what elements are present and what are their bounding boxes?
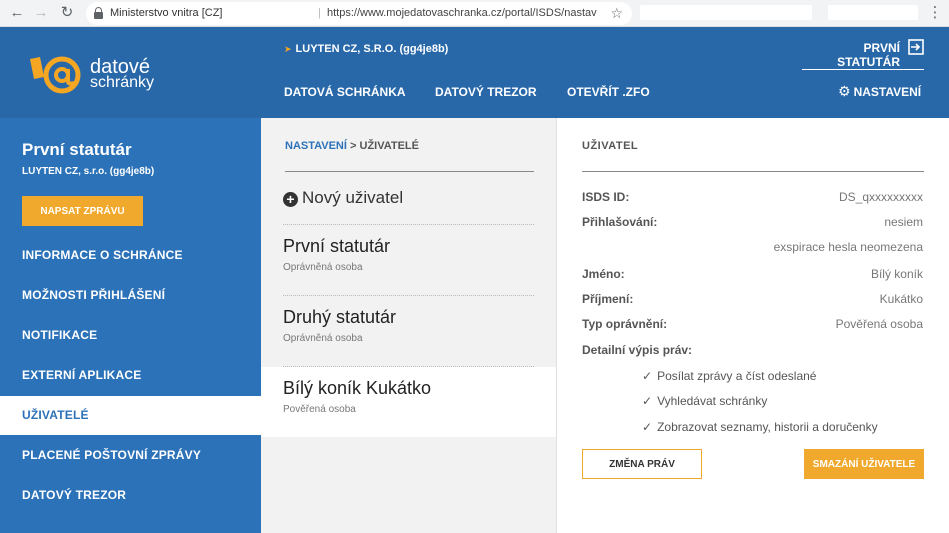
reload-icon[interactable]: ↻ xyxy=(58,4,76,22)
logo-at-icon xyxy=(30,56,81,94)
url-text[interactable]: https://www.mojedatovaschranka.cz/portal… xyxy=(327,7,597,19)
current-user-link[interactable]: PRVNÍ STATUTÁR xyxy=(800,39,924,69)
user-role: Oprávněná osoba xyxy=(283,262,363,273)
login-label: Přihlašování: xyxy=(582,215,658,229)
company-label: ➤ LUYTEN CZ, S.R.O. (gg4je8b) xyxy=(284,43,448,55)
arrow-right-icon: ➤ xyxy=(284,44,292,54)
check-icon: ✓ xyxy=(642,369,653,383)
first-name-label: Jméno: xyxy=(582,267,625,281)
isds-id-label: ISDS ID: xyxy=(582,190,630,204)
user-list-item-selected[interactable]: Bílý koník Kukátko Pověřená osoba xyxy=(261,367,556,437)
plus-circle-icon: + xyxy=(283,192,298,207)
lock-icon xyxy=(94,7,103,19)
address-separator: | xyxy=(318,7,321,19)
permission-type-label: Typ oprávnění: xyxy=(582,317,668,331)
site-header: datové schránky ➤ LUYTEN CZ, S.R.O. (gg4j… xyxy=(0,27,949,118)
user-name: První statutár xyxy=(283,236,391,256)
extension-slot[interactable] xyxy=(828,5,918,20)
forward-icon[interactable]: → xyxy=(32,4,50,22)
last-name-value: Kukátko xyxy=(879,292,923,306)
delete-user-button[interactable]: SMAZÁNÍ UŽIVATELE xyxy=(804,449,924,479)
sidebar-item-prihlaseni[interactable]: MOŽNOSTI PŘIHLÁŠENÍ xyxy=(0,276,261,315)
nav-settings[interactable]: ⚙ NASTAVENÍ xyxy=(838,83,921,100)
breadcrumb-separator: > xyxy=(350,140,357,152)
detail-heading: UŽIVATEL xyxy=(582,140,639,152)
browser-toolbar: ← → ↻ Ministerstvo vnitra [CZ] | https:/… xyxy=(0,0,949,27)
logo-text-line2: schránky xyxy=(90,74,155,91)
breadcrumb-current: UŽIVATELÉ xyxy=(359,140,419,152)
logout-icon[interactable] xyxy=(908,39,924,55)
nav-otevrit-zfo[interactable]: OTEVŘÍT .ZFO xyxy=(567,85,650,99)
right-item: ✓ Vyhledávat schránky xyxy=(642,394,767,408)
new-user-button[interactable]: + Nový uživatel xyxy=(283,188,403,208)
user-detail-panel: UŽIVATEL ISDS ID: DS_qxxxxxxxxx Přihlašo… xyxy=(556,118,949,533)
nav-datova-schranka[interactable]: DATOVÁ SCHRÁNKA xyxy=(284,85,406,99)
sidebar-item-informace[interactable]: INFORMACE O SCHRÁNCE xyxy=(0,236,261,275)
user-name: Bílý koník Kukátko xyxy=(283,378,432,398)
right-item: ✓ Zobrazovat seznamy, historii a doručenk… xyxy=(642,420,878,434)
breadcrumb-settings[interactable]: NASTAVENÍ xyxy=(285,140,347,152)
divider xyxy=(285,171,534,172)
company-name: LUYTEN CZ, S.R.O. (gg4je8b) xyxy=(295,43,449,55)
divider xyxy=(582,171,924,172)
bookmark-star-icon[interactable]: ☆ xyxy=(610,5,623,22)
datove-schranky-logo[interactable]: datové schránky xyxy=(30,55,160,95)
current-user-name: PRVNÍ STATUTÁR xyxy=(837,41,900,69)
right-text: Zobrazovat seznamy, historii a doručenky xyxy=(657,420,878,434)
user-list-item[interactable]: Druhý statutár Oprávněná osoba xyxy=(261,296,556,366)
sidebar-user-title: První statutár xyxy=(22,140,132,159)
password-expiry-note: exspirace hesla neomezena xyxy=(773,240,923,254)
user-list-item[interactable]: První statutár Oprávněná osoba xyxy=(261,225,556,295)
site-identity: Ministerstvo vnitra [CZ] xyxy=(110,7,223,19)
user-name: Druhý statutár xyxy=(283,307,397,327)
back-icon[interactable]: ← xyxy=(8,4,26,22)
new-user-label: Nový uživatel xyxy=(302,188,404,207)
right-item: ✓ Posílat zprávy a číst odeslané xyxy=(642,369,816,383)
right-text: Posílat zprávy a číst odeslané xyxy=(657,369,817,383)
rights-label: Detailní výpis práv: xyxy=(582,343,693,357)
check-icon: ✓ xyxy=(642,420,653,434)
settings-label: NASTAVENÍ xyxy=(853,85,922,99)
user-underline xyxy=(802,69,924,70)
sidebar-item-externi-aplikace[interactable]: EXTERNÍ APLIKACE xyxy=(0,356,261,395)
sidebar-item-uzivatele[interactable]: UŽIVATELÉ xyxy=(0,396,261,435)
sidebar-item-notifikace[interactable]: NOTIFIKACE xyxy=(0,316,261,355)
extension-slot[interactable] xyxy=(640,5,812,20)
address-bar[interactable]: Ministerstvo vnitra [CZ] | https://www.m… xyxy=(86,2,632,25)
isds-id-value: DS_qxxxxxxxxx xyxy=(838,190,923,204)
user-role: Pověřená osoba xyxy=(283,404,356,415)
sidebar: První statutár LUYTEN CZ, s.r.o. (gg4je8… xyxy=(0,118,261,533)
permission-type-value: Pověřená osoba xyxy=(835,317,923,331)
sidebar-item-datovy-trezor[interactable]: DATOVÝ TREZOR xyxy=(0,476,261,515)
right-text: Vyhledávat schránky xyxy=(657,394,768,408)
last-name-label: Příjmení: xyxy=(582,292,634,306)
login-value: nesiem xyxy=(884,215,923,229)
change-rights-button[interactable]: ZMĚNA PRÁV xyxy=(582,449,702,479)
sidebar-user-subtitle: LUYTEN CZ, s.r.o. (gg4je8b) xyxy=(22,166,155,177)
write-message-button[interactable]: NAPSAT ZPRÁVU xyxy=(22,196,143,226)
breadcrumb: NASTAVENÍ > UŽIVATELÉ xyxy=(285,140,419,152)
gear-icon: ⚙ xyxy=(838,83,851,99)
menu-icon[interactable]: ⋮ xyxy=(926,4,944,22)
first-name-value: Bílý koník xyxy=(870,267,923,281)
user-role: Oprávněná osoba xyxy=(283,333,363,344)
sidebar-item-postovni-zpravy[interactable]: PLACENÉ POŠTOVNÍ ZPRÁVY xyxy=(0,436,261,475)
users-list-panel: NASTAVENÍ > UŽIVATELÉ + Nový uživatel Prv… xyxy=(261,118,556,533)
nav-datovy-trezor[interactable]: DATOVÝ TREZOR xyxy=(435,85,537,99)
check-icon: ✓ xyxy=(642,394,653,408)
